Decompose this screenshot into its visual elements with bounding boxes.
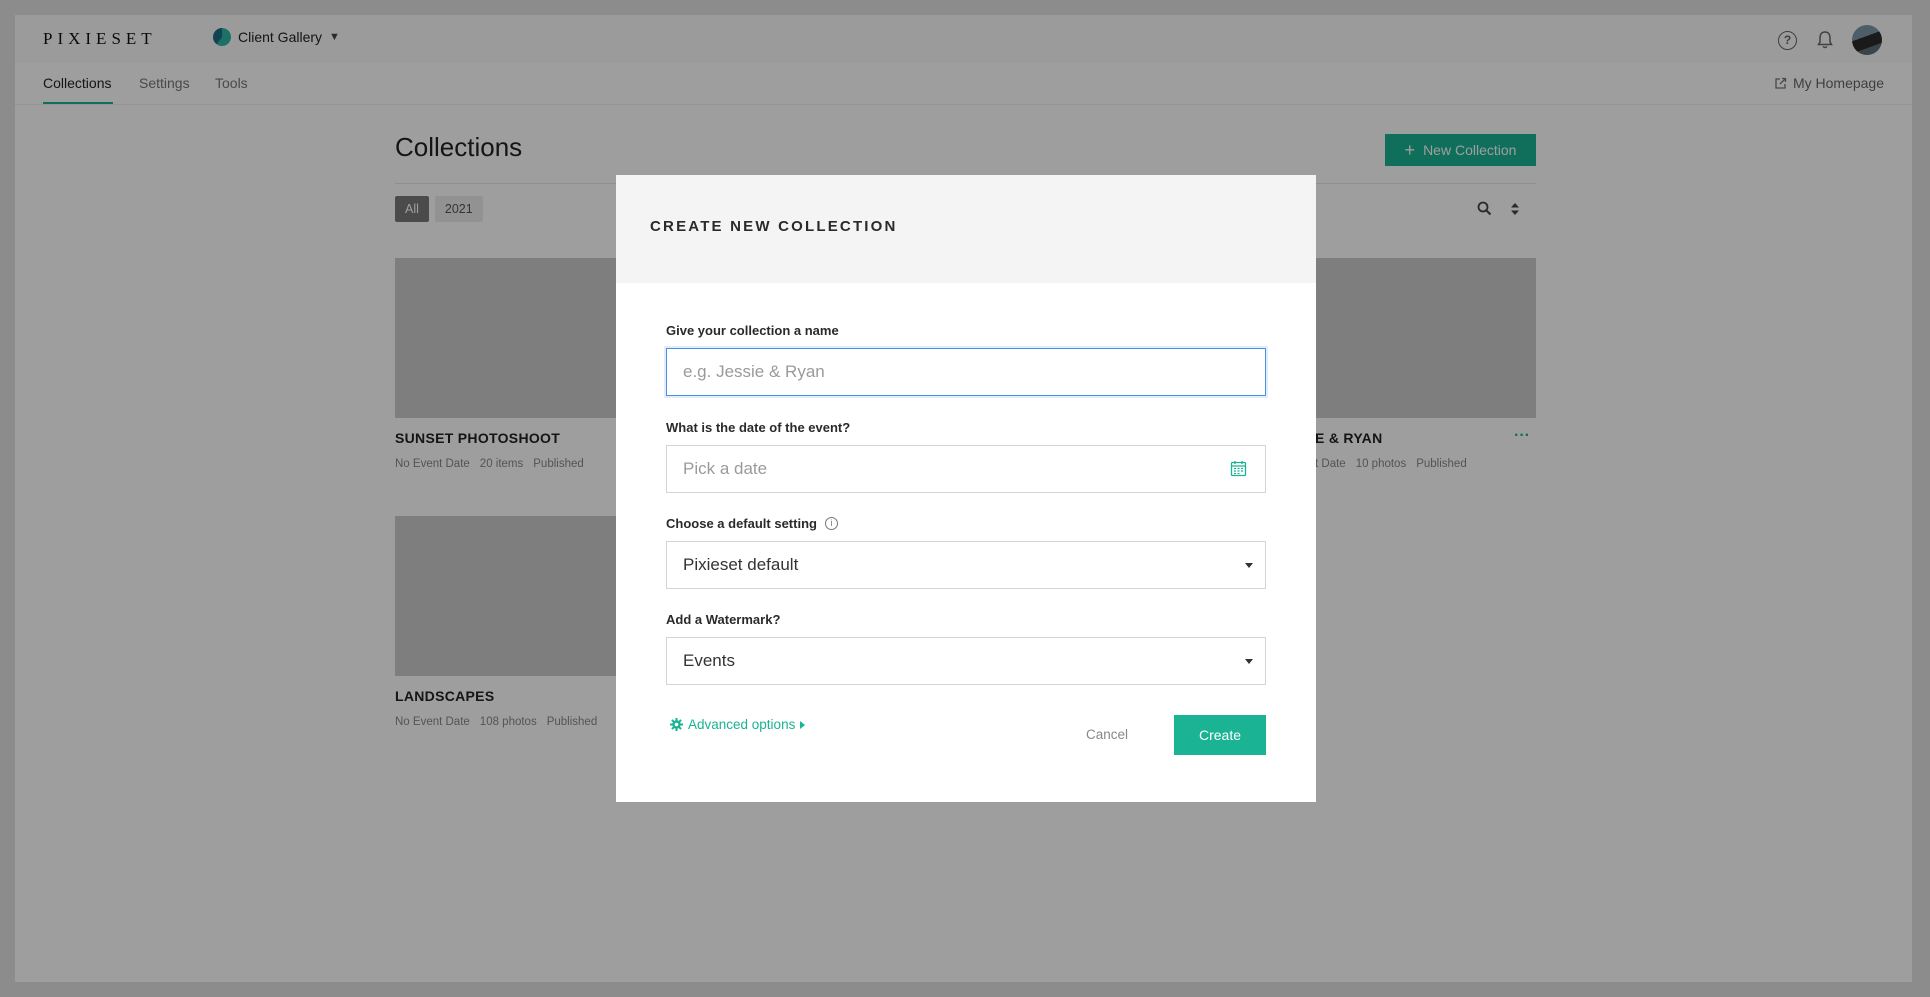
default-setting-value: Pixieset default: [683, 555, 799, 574]
dialog-title: CREATE NEW COLLECTION: [650, 218, 898, 235]
watermark-label: Add a Watermark?: [666, 612, 1266, 627]
create-button[interactable]: Create: [1174, 715, 1266, 755]
default-setting-select[interactable]: Pixieset default: [666, 541, 1266, 589]
create-collection-dialog: CREATE NEW COLLECTION Give your collecti…: [616, 175, 1316, 802]
advanced-options-label: Advanced options: [688, 717, 796, 732]
cancel-button[interactable]: Cancel: [1086, 727, 1128, 742]
date-label-text: What is the date of the event?: [666, 420, 851, 435]
watermark-value: Events: [683, 651, 735, 670]
caret-down-icon: [1245, 659, 1253, 664]
name-field-wrapper: [666, 348, 1266, 396]
collection-name-input[interactable]: [683, 362, 1249, 382]
advanced-options-link[interactable]: Advanced options: [670, 717, 806, 732]
watermark-select[interactable]: Events: [666, 637, 1266, 685]
calendar-icon[interactable]: [1230, 460, 1247, 477]
gear-icon: [670, 718, 683, 731]
date-placeholder: Pick a date: [683, 459, 768, 478]
info-icon[interactable]: i: [824, 517, 838, 530]
name-label-text: Give your collection a name: [666, 323, 839, 338]
caret-down-icon: [1245, 563, 1253, 568]
dialog-header: CREATE NEW COLLECTION: [616, 175, 1316, 283]
event-date-input[interactable]: Pick a date: [666, 445, 1266, 493]
dialog-footer: Advanced options Cancel Create: [666, 715, 1266, 757]
date-label: What is the date of the event?: [666, 420, 1266, 435]
setting-label: Choose a default setting i: [666, 516, 1266, 531]
name-label: Give your collection a name: [666, 323, 1266, 338]
setting-label-text: Choose a default setting: [666, 516, 817, 531]
caret-right-icon: [800, 720, 806, 729]
watermark-label-text: Add a Watermark?: [666, 612, 781, 627]
dialog-body: Give your collection a name What is the …: [666, 323, 1266, 685]
